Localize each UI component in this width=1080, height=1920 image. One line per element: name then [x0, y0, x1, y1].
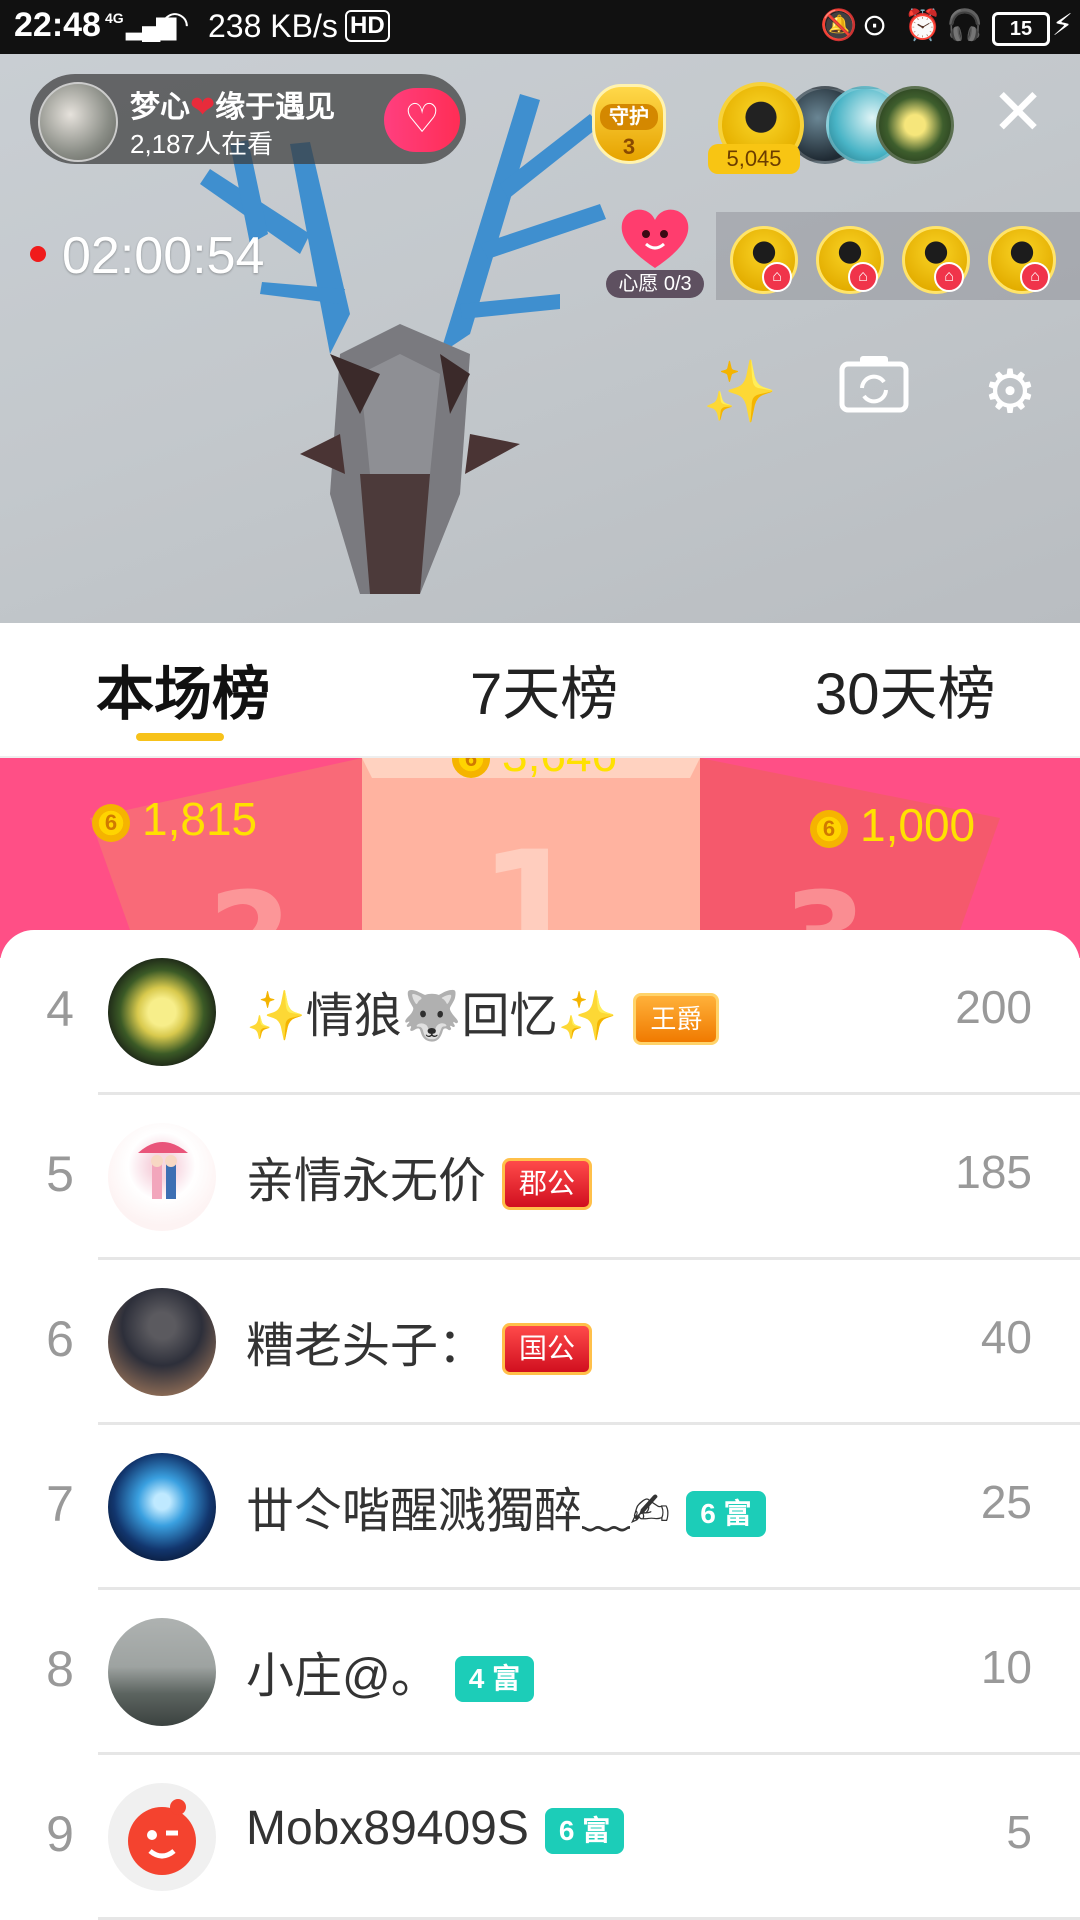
- lock-rotation-icon: ⊙: [862, 9, 888, 42]
- hd-icon: HD: [345, 10, 390, 42]
- ranking-row[interactable]: 6 糟老头子： 国公 40: [0, 1260, 1080, 1425]
- user-name-line: 小庄@。 4 富: [246, 1636, 535, 1706]
- user-name: 丗仒喈醒溅獨醉﹏✍: [246, 1485, 671, 1538]
- top-contributor-count: 5,045: [708, 144, 800, 174]
- user-avatar[interactable]: [108, 1783, 216, 1891]
- wifi-icon: ◠: [160, 5, 190, 43]
- host-name: 梦心❤缘于遇见: [130, 82, 335, 126]
- coin-icon: 6: [92, 803, 130, 842]
- live-timer: 02:00:54: [62, 227, 265, 285]
- tab-30-days[interactable]: 30天榜: [815, 647, 996, 731]
- user-name-line: 亲情永无价 郡公: [246, 1141, 593, 1211]
- follow-button[interactable]: ♡: [384, 88, 460, 152]
- user-score: 200: [955, 981, 1032, 1033]
- alarm-icon: ⏰: [904, 9, 942, 42]
- user-score: 25: [980, 1476, 1032, 1528]
- live-dot-icon: [30, 246, 46, 262]
- ranking-row[interactable]: 7 丗仒喈醒溅獨醉﹏✍ 6 富 25: [0, 1425, 1080, 1590]
- host-name-part1: 梦心: [130, 91, 190, 124]
- charging-icon: ⚡: [1052, 9, 1074, 42]
- guard-count: 3: [622, 134, 636, 159]
- rank-badge: 郡公: [502, 1158, 593, 1211]
- ranking-row[interactable]: 9 Mobx89409S 6 富 5: [0, 1755, 1080, 1920]
- guard-badge[interactable]: 守护 3: [584, 80, 674, 166]
- seat-icon: ⌂: [934, 262, 964, 292]
- mute-bell-icon: 🔕: [820, 9, 858, 42]
- podium: 1 2 3 6 3,646 6 1,815 6 1,000: [0, 758, 1080, 958]
- user-name: 亲情永无价: [246, 1155, 487, 1208]
- settings-gear-icon[interactable]: ⚙: [970, 352, 1050, 432]
- second-value-text: 1,815: [142, 793, 258, 845]
- rank-badge: 4 富: [454, 1656, 535, 1703]
- user-name: 糟老头子：: [246, 1320, 487, 1373]
- user-name-line: 糟老头子： 国公: [246, 1306, 593, 1376]
- network-type: 4G: [105, 10, 124, 26]
- leaderboard-tabs: 本场榜 7天榜 30天榜: [0, 623, 1080, 758]
- second-place-value: 6 1,815: [92, 792, 257, 846]
- heart-icon: ❤: [190, 91, 216, 124]
- tab-this-session[interactable]: 本场榜: [96, 647, 270, 731]
- user-name: 小庄@。: [246, 1650, 439, 1703]
- seat-icon: ⌂: [848, 262, 878, 292]
- host-name-part2: 缘于遇见: [215, 91, 336, 124]
- user-avatar[interactable]: [108, 1288, 216, 1396]
- rank-number: 4: [46, 981, 74, 1037]
- coin-icon: 6: [810, 809, 848, 848]
- third-value-text: 1,000: [860, 799, 976, 851]
- rank-badge: 王爵: [633, 993, 720, 1046]
- coin-icon: 6: [452, 758, 490, 778]
- host-avatar[interactable]: [38, 82, 118, 162]
- ranking-list: 4 ✨情狼🐺回忆✨ 王爵 200 5 亲情永无价郡公 185 6 糟老头子：: [0, 930, 1080, 1920]
- active-tab-indicator: [136, 733, 224, 741]
- rank-number: 8: [46, 1641, 74, 1697]
- rank-badge: 6 富: [686, 1491, 766, 1538]
- camera-switch-graphic: [839, 356, 909, 413]
- user-avatar[interactable]: [108, 1618, 216, 1726]
- user-avatar[interactable]: [108, 1123, 216, 1231]
- rank-number: 9: [46, 1806, 74, 1862]
- headphones-icon: 🎧: [946, 9, 984, 42]
- default-avatar-icon: [128, 1799, 196, 1875]
- user-avatar[interactable]: [108, 958, 216, 1066]
- user-name-line: ✨情狼🐺回忆✨ 王爵: [246, 976, 720, 1046]
- seat-icon: ⌂: [1020, 262, 1050, 292]
- viewer-count: 2,187人在看: [130, 129, 274, 159]
- status-time: 22:48: [14, 6, 101, 44]
- wish-progress[interactable]: 心愿 0/3: [606, 270, 704, 298]
- seat-icon: ⌂: [762, 262, 792, 292]
- camera-switch-icon[interactable]: [834, 352, 914, 432]
- ranking-row[interactable]: 8 小庄@。 4 富 10: [0, 1590, 1080, 1755]
- first-place-value: 6 3,646: [452, 758, 617, 782]
- battery-icon: 15: [992, 12, 1050, 46]
- third-place-value: 6 1,000: [810, 798, 975, 852]
- user-avatar[interactable]: [108, 1453, 216, 1561]
- rank-number: 6: [46, 1311, 74, 1367]
- user-score: 185: [955, 1146, 1032, 1198]
- close-icon[interactable]: ✕: [990, 80, 1046, 144]
- ranking-row[interactable]: 5 亲情永无价 郡公 185: [0, 1095, 1080, 1260]
- rank-badge: 国公: [502, 1323, 593, 1376]
- ranking-row[interactable]: 4 ✨情狼🐺回忆✨ 王爵 200: [0, 930, 1080, 1095]
- user-name-line: 丗仒喈醒溅獨醉﹏✍ 6 富: [246, 1471, 766, 1541]
- tab-7-days[interactable]: 7天榜: [470, 647, 618, 731]
- top-viewer-avatar[interactable]: [876, 86, 954, 164]
- user-score: 5: [1006, 1806, 1032, 1858]
- guard-label: 守护: [600, 104, 658, 130]
- user-score: 10: [980, 1641, 1032, 1693]
- first-value-text: 3,646: [502, 758, 617, 781]
- user-name: Mobx89409S: [246, 1802, 529, 1855]
- podium-graphic: 1 2 3: [90, 758, 1000, 958]
- magic-wand-icon[interactable]: ✨: [700, 352, 780, 432]
- user-name-line: Mobx89409S 6 富: [246, 1801, 625, 1856]
- network-speed: 238 KB/s: [208, 8, 338, 44]
- rank-badge: 6 富: [544, 1808, 625, 1855]
- heart-plus-icon: ♡: [404, 97, 440, 141]
- rank-number: 7: [46, 1476, 74, 1532]
- user-score: 40: [980, 1311, 1032, 1363]
- user-name: ✨情狼🐺回忆✨: [246, 990, 618, 1043]
- couple-illustration: [138, 1142, 188, 1199]
- status-bar: 22:48 4G ▂▄▆ ◠ 238 KB/s HD 🔕 ⊙ ⏰ 🎧 15 ⚡: [0, 0, 1080, 54]
- rank-number: 5: [46, 1146, 74, 1202]
- wish-heart-icon[interactable]: [618, 206, 692, 272]
